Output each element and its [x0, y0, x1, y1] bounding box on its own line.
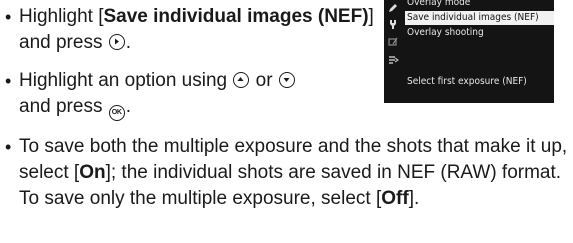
step-1-text: Highlight [Save individual images (NEF)]… [19, 6, 374, 53]
multi-selector-down-icon [278, 72, 295, 88]
note-text: To save both the multiple exposure and t… [19, 136, 568, 209]
menu-item-select-first-exposure[interactable]: Select first exposure (NEF) [405, 75, 554, 89]
menu-item-empty [405, 41, 554, 55]
multi-selector-up-icon [233, 72, 250, 88]
bullet-dot: • [5, 7, 12, 27]
menu-item-overlay-mode[interactable]: Overlay mode [405, 0, 554, 10]
ok-button-icon: OK [108, 105, 125, 121]
menu-item-save-individual-images[interactable]: Save individual images (NEF) [405, 11, 554, 25]
retouch-icon [388, 37, 398, 46]
my-menu-icon [389, 56, 399, 64]
camera-menu-screenshot: Overlay mode Save individual images (NEF… [384, 0, 554, 103]
menu-item-overlay-shooting[interactable]: Overlay shooting [405, 26, 554, 40]
multi-selector-right-icon [108, 34, 125, 50]
bullet-dot: • [5, 137, 12, 157]
camera-menu-sidebar [384, 0, 402, 103]
pencil-icon [389, 4, 397, 12]
step-2-text: Highlight an option using or and press O… [19, 68, 296, 121]
wrench-icon [390, 20, 396, 29]
bullet-dot: • [5, 71, 12, 91]
